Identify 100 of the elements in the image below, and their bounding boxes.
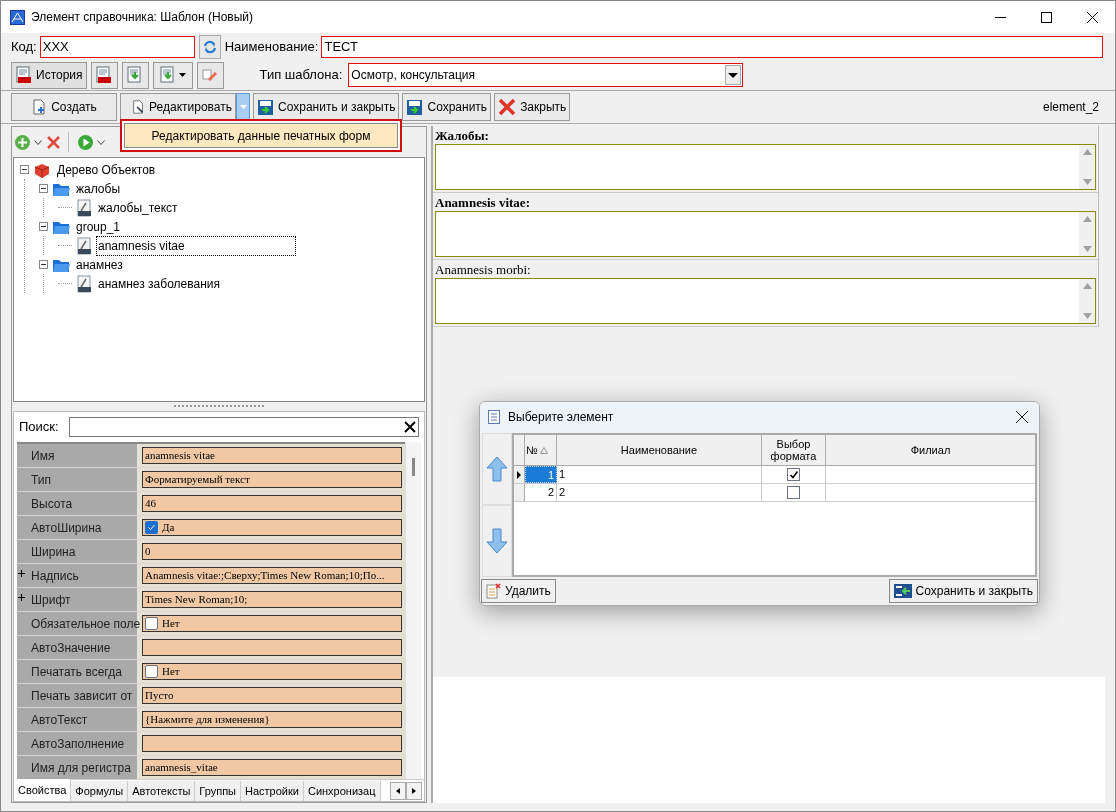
- checkbox[interactable]: [787, 486, 800, 499]
- clear-icon[interactable]: [404, 421, 416, 433]
- text-area[interactable]: [435, 278, 1096, 324]
- checkbox[interactable]: [787, 468, 800, 481]
- property-value[interactable]: Да: [142, 519, 402, 536]
- expand-icon[interactable]: [18, 570, 25, 577]
- checkmark-icon: [788, 469, 799, 480]
- search-field[interactable]: [68, 417, 419, 437]
- scroll-up-icon[interactable]: [1082, 149, 1092, 155]
- dropdown-button[interactable]: [236, 93, 250, 121]
- caret-icon[interactable]: [97, 139, 105, 145]
- sql-button[interactable]: [90, 61, 118, 89]
- column-header[interactable]: №: [525, 435, 557, 465]
- column-header[interactable]: Филиал: [826, 435, 1035, 465]
- row-header[interactable]: [514, 466, 525, 483]
- tab[interactable]: Группы: [195, 781, 241, 801]
- scroll-up-icon[interactable]: [1082, 216, 1092, 222]
- column-header[interactable]: Выбор формата: [762, 435, 826, 465]
- toolbar-button[interactable]: Сохранить и закрыть: [253, 93, 400, 121]
- property-name: Обязательное поле: [31, 615, 141, 633]
- tab[interactable]: Свойства: [14, 779, 72, 801]
- property-value[interactable]: 0: [142, 543, 402, 560]
- name-field[interactable]: ТЕСТ: [321, 35, 1103, 58]
- tree-item[interactable]: анамнез: [74, 254, 125, 275]
- property-value[interactable]: {Нажмите для изменения}: [142, 711, 402, 728]
- scrollbar[interactable]: [405, 442, 421, 779]
- arrow-up-icon: [486, 456, 508, 482]
- property-value[interactable]: anamnesis_vitae: [142, 759, 402, 776]
- save-close-icon: [893, 583, 912, 599]
- property-value[interactable]: Пусто: [142, 687, 402, 704]
- tree-item[interactable]: жалобы_текст: [96, 197, 180, 218]
- property-value[interactable]: anamnesis vitae: [142, 447, 402, 464]
- property-name: АвтоШирина: [31, 519, 102, 537]
- rtf-document-icon: [76, 236, 92, 255]
- text-area[interactable]: [435, 144, 1096, 190]
- table-cell[interactable]: 2: [525, 484, 557, 501]
- scroll-down-icon[interactable]: [1082, 179, 1092, 185]
- property-value[interactable]: Форматируемый текст: [142, 471, 402, 488]
- tree-item[interactable]: Дерево Объектов: [55, 159, 158, 180]
- close-icon: [1016, 410, 1028, 423]
- edit-text-button[interactable]: [196, 61, 224, 89]
- menu-item[interactable]: Редактировать данные печатных форм: [124, 123, 398, 148]
- play-icon[interactable]: [77, 133, 94, 151]
- template-type-label: Тип шаблона:: [259, 66, 343, 85]
- checkbox[interactable]: [145, 521, 158, 534]
- property-value[interactable]: Anamnesis vitae:;Сверху;Times New Roman;10;По...: [142, 567, 402, 584]
- scroll-down-icon[interactable]: [1082, 313, 1092, 319]
- property-value[interactable]: [142, 735, 402, 752]
- splitter-handle[interactable]: [174, 405, 264, 408]
- history-button[interactable]: История: [11, 61, 87, 89]
- code-field[interactable]: XXX: [39, 35, 195, 58]
- property-name: АвтоТекст: [31, 711, 88, 729]
- save-close-button[interactable]: Сохранить и закрыть: [888, 579, 1038, 603]
- property-name: Печать зависит от: [31, 687, 133, 705]
- xml-export-button[interactable]: [152, 61, 193, 89]
- text-area[interactable]: [435, 211, 1096, 257]
- tab[interactable]: Синхронизац: [303, 781, 381, 801]
- pencil-icon: [202, 67, 219, 83]
- checkbox[interactable]: [145, 665, 158, 678]
- tree-item[interactable]: anamnesis vitae: [96, 235, 296, 256]
- property-name: АвтоЗаполнение: [31, 735, 125, 753]
- collapse-icon[interactable]: [20, 165, 29, 174]
- caret-icon[interactable]: [34, 139, 42, 145]
- toolbar-button[interactable]: Создать: [11, 93, 117, 121]
- tab[interactable]: Формулы: [71, 781, 129, 801]
- toolbar-button[interactable]: Закрыть: [494, 93, 571, 121]
- property-value[interactable]: Times New Roman;10;: [142, 591, 402, 608]
- toolbar-button[interactable]: Редактировать: [120, 93, 236, 121]
- delete-button[interactable]: Удалить: [481, 579, 556, 603]
- tree-item[interactable]: group_1: [74, 216, 123, 237]
- tab[interactable]: Настройки: [241, 781, 304, 801]
- property-value[interactable]: Нет: [142, 615, 402, 632]
- scroll-down-icon[interactable]: [1082, 246, 1092, 252]
- property-name: Тип: [31, 471, 51, 489]
- move-down-button[interactable]: [482, 505, 512, 577]
- column-header[interactable]: Наименование: [557, 435, 762, 465]
- log-file-icon: [15, 66, 33, 84]
- tree-item[interactable]: жалобы: [74, 178, 122, 199]
- table-cell[interactable]: 1: [525, 466, 557, 483]
- property-value[interactable]: [142, 639, 402, 656]
- delete-icon[interactable]: [47, 135, 60, 149]
- refresh-button[interactable]: [198, 34, 221, 59]
- collapse-icon[interactable]: [39, 184, 48, 193]
- expand-icon[interactable]: [18, 594, 25, 601]
- toolbar-button[interactable]: Сохранить: [402, 93, 492, 121]
- property-value[interactable]: Нет: [142, 663, 402, 680]
- checkbox[interactable]: [145, 617, 158, 630]
- scroll-left-button[interactable]: [390, 782, 406, 800]
- tree-item[interactable]: анамнез заболевания: [96, 273, 222, 294]
- collapse-icon[interactable]: [39, 260, 48, 269]
- add-icon[interactable]: [14, 133, 31, 151]
- tab[interactable]: Автотексты: [128, 781, 196, 801]
- scroll-right-button[interactable]: [406, 782, 422, 800]
- template-type-dropdown[interactable]: Осмотр, консультация: [348, 63, 744, 87]
- collapse-icon[interactable]: [39, 222, 48, 231]
- arrow-left-icon: [396, 788, 400, 794]
- xml-import-button[interactable]: [121, 61, 149, 89]
- document-wrench-icon: [131, 99, 146, 115]
- property-value[interactable]: 46: [142, 495, 402, 512]
- scroll-up-icon[interactable]: [1082, 283, 1092, 289]
